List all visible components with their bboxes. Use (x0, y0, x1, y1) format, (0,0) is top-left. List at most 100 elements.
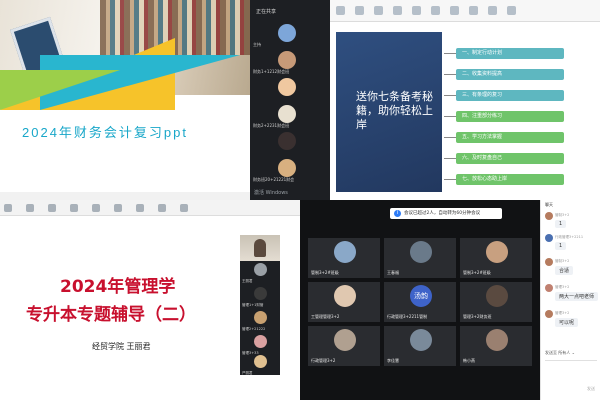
toolbar-icon[interactable] (469, 6, 478, 15)
activation-watermark: 激活 Windows (254, 190, 288, 196)
exam-tips-window: 送你七条备考秘籍，助你轻松上岸 一、制定行动计划 二、收集资料提高 三、有条理的… (330, 0, 600, 200)
presenter-camera[interactable] (240, 235, 280, 261)
message-sender: 管理3+2 (555, 285, 570, 289)
message-text: 1 (555, 242, 567, 250)
avatar (334, 329, 356, 351)
participant-tile[interactable]: 王丽君 (240, 261, 280, 285)
finance-review-window: 2024年财务会计复习ppt 正在共享 主持 财务1+1212财会班 财务2+2… (0, 0, 330, 200)
avatar (254, 355, 267, 368)
video-tile[interactable]: 管制3+2#班级 (308, 238, 380, 278)
avatar (334, 285, 356, 307)
participant-name: 管理2+21222 (242, 327, 266, 331)
avatar (254, 287, 267, 300)
meeting-participants-panel: 正在共享 主持 财务1+1212财会班 财务2+2231财会班 财务班20+21… (250, 0, 330, 200)
info-icon: i (394, 210, 401, 217)
video-tile[interactable]: 李佳慧 (384, 326, 456, 366)
ribbon-icon[interactable] (26, 203, 34, 212)
message-sender: 管制3+2 (555, 213, 570, 217)
connector-line (444, 116, 456, 117)
toolbar-icon[interactable] (374, 6, 383, 15)
chat-header: 聊天 (545, 202, 553, 207)
lecture-author: 经贸学院 王丽君 (92, 342, 151, 351)
video-tile[interactable]: 韩小燕 (460, 326, 532, 366)
video-tile[interactable]: 王春福 (384, 238, 456, 278)
connector-line (444, 137, 456, 138)
video-tile[interactable]: 汤韵行政管理3+2211管制 (384, 282, 456, 322)
participant-tile[interactable]: 管理1+1财管 (240, 285, 280, 309)
tip-item-4: 四、注重部分练习 (456, 111, 564, 122)
toolbar-icon[interactable] (393, 6, 402, 15)
tile-name: 李佳慧 (387, 358, 399, 363)
tip-item-7: 七、放松心态助上岸 (456, 174, 564, 185)
tile-name: 工管理管理3+2 (311, 314, 340, 319)
send-button[interactable]: 发送 (587, 386, 595, 392)
connector-line (444, 53, 456, 54)
participant-tile[interactable] (250, 76, 330, 103)
tile-name: 管制3+2#班级 (463, 270, 491, 275)
participant-name: 严丽君 (242, 371, 253, 375)
tile-name: 行政管理3+2 (311, 358, 336, 363)
toolbar-icon[interactable] (431, 6, 440, 15)
toolbar-icon[interactable] (507, 6, 516, 15)
chat-input[interactable]: 发送 (545, 360, 597, 394)
avatar (410, 241, 432, 263)
tips-slide: 送你七条备考秘籍，助你轻松上岸 一、制定行动计划 二、收集资料提高 三、有条理的… (330, 22, 600, 200)
send-to-selector[interactable]: 发送至 所有人 ⌄ (545, 350, 575, 356)
toolbar-icon[interactable] (450, 6, 459, 15)
ribbon-icon[interactable] (158, 203, 166, 212)
screenshot-collage: 2024年财务会计复习ppt 正在共享 主持 财务1+1212财会班 财务2+2… (0, 0, 600, 400)
participant-tile[interactable]: 管理2+21222 (240, 309, 280, 333)
tile-name: 管制3+2#班级 (311, 270, 339, 275)
avatar (545, 234, 553, 242)
ribbon-icon[interactable] (48, 203, 56, 212)
ribbon-icon[interactable] (4, 203, 12, 212)
avatar (410, 329, 432, 351)
participant-tile[interactable]: 主持 (250, 22, 330, 49)
participant-tile[interactable]: 严丽君 (240, 353, 280, 377)
avatar (545, 258, 553, 266)
connector-line (444, 95, 456, 96)
lecture-title-line1: 2024年管理学 (60, 277, 176, 297)
ribbon-icon[interactable] (114, 203, 122, 212)
participant-name: 财务2+2231财会班 (253, 123, 290, 128)
avatar: 汤韵 (410, 285, 432, 307)
participant-name: 主持 (253, 42, 261, 47)
video-tile[interactable]: 行政管理3+2 (308, 326, 380, 366)
video-tile[interactable]: 工管理管理3+2 (308, 282, 380, 322)
toolbar-icon[interactable] (488, 6, 497, 15)
participant-tile[interactable]: 财务2+2231财会班 (250, 103, 330, 130)
message-sender: 管理3+2 (555, 311, 570, 315)
video-tile[interactable]: 管制3+2#班级 (460, 238, 532, 278)
avatar (486, 241, 508, 263)
tile-name: 行政管理3+2211管制 (387, 314, 428, 319)
ribbon-icon[interactable] (180, 203, 188, 212)
ribbon-icon[interactable] (136, 203, 144, 212)
tile-name: 韩小燕 (463, 358, 475, 363)
message-text: 可以呢 (555, 318, 579, 327)
tip-item-3: 三、有条理的复习 (456, 90, 564, 101)
lecture-title-line2: 专升本专题辅导（二） (26, 305, 196, 325)
participant-tile[interactable]: 财务班20+21221财会 (250, 157, 330, 184)
video-tile[interactable]: 管理3+2财务班 (460, 282, 532, 322)
toolbar-icon[interactable] (336, 6, 345, 15)
ribbon-icon[interactable] (92, 203, 100, 212)
send-to-value: 所有人 (558, 350, 571, 355)
slide-footer (0, 192, 250, 200)
participant-tile[interactable] (250, 130, 330, 157)
avatar (254, 335, 267, 348)
avatar (545, 310, 553, 318)
green-shape (0, 70, 120, 110)
presenter-figure (254, 239, 266, 257)
ribbon-icon[interactable] (70, 203, 78, 212)
avatar (545, 212, 553, 220)
toolbar-icon[interactable] (412, 6, 421, 15)
participant-name: 管理1+1财管 (242, 303, 264, 307)
toolbar-icon[interactable] (355, 6, 364, 15)
avatar (254, 263, 267, 276)
management-lecture-window: 2024年管理学 专升本专题辅导（二） 经贸学院 王丽君 王丽君 管理1+1财管… (0, 200, 300, 400)
tile-name: 管理3+2财务班 (463, 314, 492, 319)
editor-toolbar (330, 0, 600, 22)
avatar (486, 285, 508, 307)
message-text: 合适 (555, 266, 574, 275)
participant-tile[interactable]: 财务1+1212财会班 (250, 49, 330, 76)
